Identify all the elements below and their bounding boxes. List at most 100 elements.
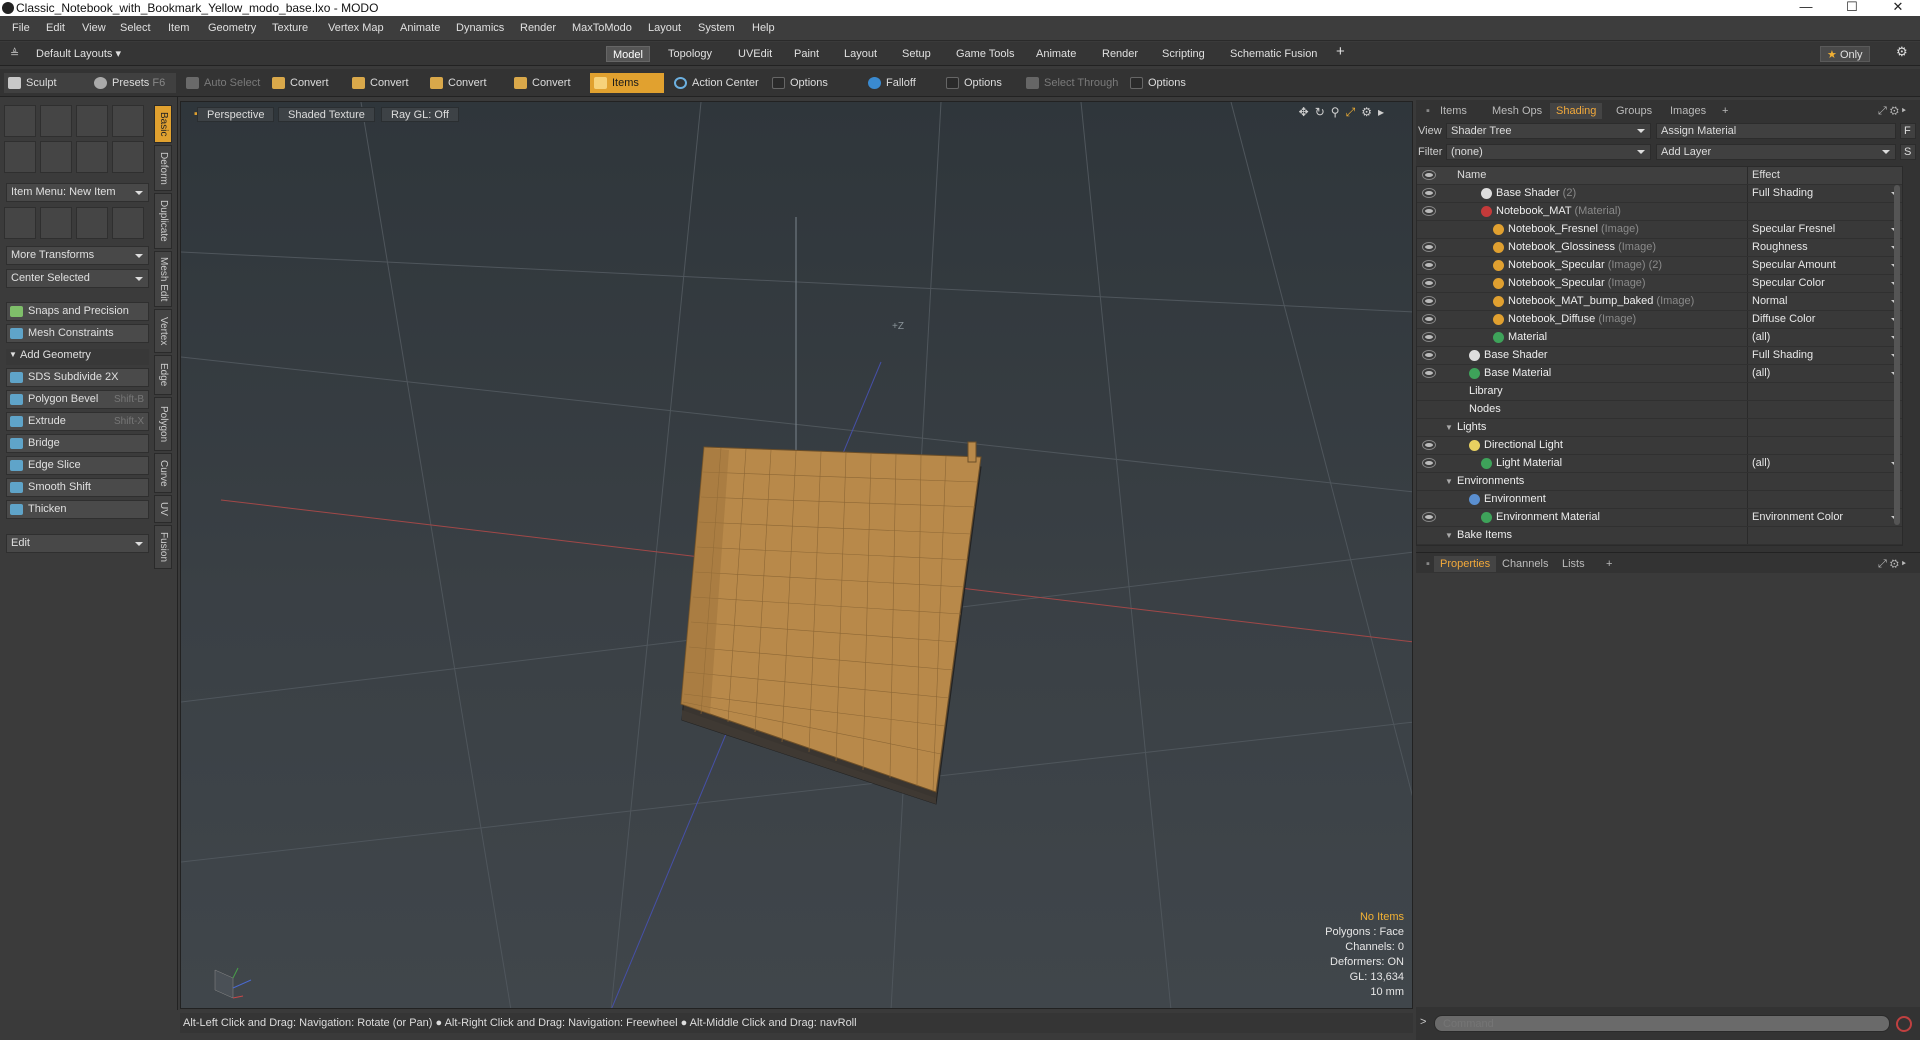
- tab-images[interactable]: Images: [1664, 103, 1712, 119]
- action-center-button[interactable]: Action Center: [670, 73, 759, 93]
- only-button[interactable]: ★ Only: [1820, 46, 1870, 62]
- presets-button[interactable]: Presets F6: [90, 73, 176, 93]
- tree-row[interactable]: Nodes: [1417, 401, 1902, 419]
- tree-row[interactable]: Notebook_Diffuse (Image) Diffuse Color: [1417, 311, 1902, 329]
- tab-uvedit[interactable]: UVEdit: [732, 46, 778, 62]
- menu-geometry[interactable]: Geometry: [208, 22, 256, 34]
- tree-row[interactable]: Directional Light: [1417, 437, 1902, 455]
- eye-icon[interactable]: [1423, 369, 1435, 377]
- tab-setup[interactable]: Setup: [896, 46, 937, 62]
- tree-row-effect[interactable]: (all): [1747, 455, 1902, 472]
- vtab-edge[interactable]: Edge: [154, 355, 172, 395]
- torus-icon[interactable]: [4, 141, 36, 173]
- edit-dropdown[interactable]: Edit: [6, 534, 149, 553]
- vtab-mesh-edit[interactable]: Mesh Edit: [154, 251, 172, 307]
- items-mode-button[interactable]: Items: [590, 73, 664, 93]
- menu-render[interactable]: Render: [520, 22, 556, 34]
- tab-schematic-fusion[interactable]: Schematic Fusion: [1224, 46, 1323, 62]
- tree-row[interactable]: Material (all): [1417, 329, 1902, 347]
- tree-row-effect[interactable]: (all): [1747, 329, 1902, 346]
- convert-vertices-button[interactable]: Convert: [268, 73, 329, 93]
- bridge-button[interactable]: Bridge: [6, 434, 149, 453]
- vtab-deform[interactable]: Deform: [154, 145, 172, 191]
- minimize-button[interactable]: —: [1788, 0, 1824, 14]
- tab-render[interactable]: Render: [1096, 46, 1144, 62]
- tab-groups[interactable]: Groups: [1610, 103, 1658, 119]
- tree-row[interactable]: Notebook_MAT (Material): [1417, 203, 1902, 221]
- tab-model[interactable]: Model: [606, 46, 650, 62]
- menu-edit[interactable]: Edit: [46, 22, 65, 34]
- 3d-viewport[interactable]: +Z ▪ Perspective Shaded Texture Ray GL: …: [180, 101, 1413, 1009]
- tree-row[interactable]: Base Material (all): [1417, 365, 1902, 383]
- tab-scripting[interactable]: Scripting: [1156, 46, 1211, 62]
- panel-options-icons[interactable]: ⤢ ⚙ ▸: [1872, 103, 1912, 119]
- f-button[interactable]: F: [1900, 123, 1916, 139]
- default-layouts-dropdown[interactable]: Default Layouts ▾: [30, 46, 127, 62]
- tree-row[interactable]: Environment Material Environment Color: [1417, 509, 1902, 527]
- tree-row[interactable]: ▼ Lights: [1417, 419, 1902, 437]
- tree-row[interactable]: Notebook_Specular (Image) (2) Specular Am…: [1417, 257, 1902, 275]
- column-effect[interactable]: Effect: [1747, 167, 1902, 184]
- maximize-button[interactable]: ☐: [1834, 0, 1870, 15]
- action-center-options-button[interactable]: Options: [768, 73, 828, 93]
- assign-material-button[interactable]: Assign Material: [1656, 123, 1896, 139]
- tree-row-effect[interactable]: Specular Amount: [1747, 257, 1902, 274]
- close-button[interactable]: ✕: [1880, 0, 1916, 15]
- menu-texture[interactable]: Texture: [272, 22, 308, 34]
- vtab-polygon[interactable]: Polygon: [154, 397, 172, 451]
- layout-collapse-icon[interactable]: ≜: [4, 46, 25, 62]
- tree-row-effect[interactable]: Full Shading: [1747, 185, 1902, 202]
- mesh-constraints-button[interactable]: Mesh Constraints: [6, 324, 149, 343]
- falloff-options-button[interactable]: Options: [942, 73, 1002, 93]
- shaded-texture-button[interactable]: Shaded Texture: [278, 107, 375, 122]
- viewport-nav-icons[interactable]: ✥↻⚲⤢⚙▸: [1299, 105, 1390, 120]
- menu-animate[interactable]: Animate: [400, 22, 440, 34]
- vtab-uv[interactable]: UV: [154, 495, 172, 523]
- smooth-shift-button[interactable]: Smooth Shift: [6, 478, 149, 497]
- tab-mesh-ops[interactable]: Mesh Ops: [1486, 103, 1548, 119]
- item-menu-dropdown[interactable]: Item Menu: New Item: [6, 183, 149, 202]
- menu-file[interactable]: File: [12, 22, 30, 34]
- text-icon[interactable]: [112, 141, 144, 173]
- tree-row-effect[interactable]: Full Shading: [1747, 347, 1902, 364]
- chevron-down-icon[interactable]: ▼: [1445, 477, 1453, 486]
- vtab-curve[interactable]: Curve: [154, 453, 172, 493]
- vtab-basic[interactable]: Basic: [154, 105, 172, 143]
- tab-shading[interactable]: Shading: [1550, 103, 1603, 119]
- tab-layout[interactable]: Layout: [838, 46, 883, 62]
- sculpt-button[interactable]: Sculpt: [4, 73, 90, 93]
- tree-row[interactable]: Notebook_MAT_bump_baked (Image) Normal: [1417, 293, 1902, 311]
- tree-row-effect[interactable]: (all): [1747, 365, 1902, 382]
- eye-icon[interactable]: [1423, 315, 1435, 323]
- tree-row[interactable]: Environment: [1417, 491, 1902, 509]
- eye-icon[interactable]: [1423, 333, 1435, 341]
- tab-properties[interactable]: Properties: [1434, 556, 1497, 572]
- tree-row-effect[interactable]: Specular Color: [1747, 275, 1902, 292]
- notebook-model[interactable]: [680, 441, 982, 805]
- tree-row[interactable]: Base Shader (2) Full Shading: [1417, 185, 1902, 203]
- tree-row[interactable]: ▼ Bake Items: [1417, 527, 1902, 545]
- tree-row-effect[interactable]: Specular Fresnel: [1747, 221, 1902, 238]
- chevron-down-icon[interactable]: ▼: [1445, 423, 1453, 432]
- add-panel-tab-button[interactable]: +: [1716, 103, 1734, 119]
- cone-icon[interactable]: [112, 105, 144, 137]
- tree-row-effect[interactable]: Environment Color: [1747, 509, 1902, 526]
- tree-row[interactable]: Library: [1417, 383, 1902, 401]
- tab-paint[interactable]: Paint: [788, 46, 825, 62]
- edge-slice-button[interactable]: Edge Slice: [6, 456, 149, 475]
- eye-icon[interactable]: [1423, 351, 1435, 359]
- tab-topology[interactable]: Topology: [662, 46, 718, 62]
- locator-icon[interactable]: [4, 207, 36, 239]
- vtab-duplicate[interactable]: Duplicate: [154, 193, 172, 249]
- eye-icon[interactable]: [1423, 189, 1435, 197]
- convert-edges-button[interactable]: Convert: [348, 73, 409, 93]
- menu-layout[interactable]: Layout: [648, 22, 681, 34]
- tree-row-effect[interactable]: Roughness: [1747, 239, 1902, 256]
- tree-row-effect[interactable]: Diffuse Color: [1747, 311, 1902, 328]
- menu-dynamics[interactable]: Dynamics: [456, 22, 504, 34]
- tree-row[interactable]: Notebook_Fresnel (Image) Specular Fresnel: [1417, 221, 1902, 239]
- eye-icon[interactable]: [1423, 243, 1435, 251]
- center-selected-dropdown[interactable]: Center Selected: [6, 269, 149, 288]
- menu-help[interactable]: Help: [752, 22, 775, 34]
- record-icon[interactable]: [1896, 1016, 1912, 1032]
